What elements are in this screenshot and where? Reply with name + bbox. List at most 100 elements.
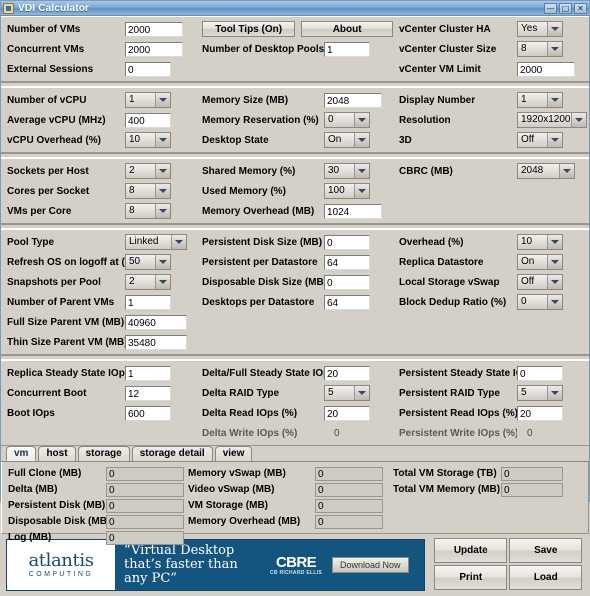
persistent-write-iops-value: 0 xyxy=(527,427,533,439)
block-dedup-ratio-select[interactable]: 0 xyxy=(517,294,563,310)
snapshots-per-pool-select[interactable]: 2 xyxy=(125,274,171,290)
chevron-down-icon[interactable] xyxy=(155,204,170,218)
chevron-down-icon[interactable] xyxy=(155,133,170,147)
chevron-down-icon[interactable] xyxy=(354,164,369,178)
cbrc-mb-select[interactable]: 2048 xyxy=(517,163,575,179)
external-sessions-input[interactable]: 0 xyxy=(125,61,171,77)
full-size-parent-vm-mb-input[interactable]: 40960 xyxy=(125,314,187,330)
vcenter-cluster-size-select[interactable]: 8 xyxy=(517,41,563,57)
form-cell: Delta/Full Steady State IOps 20 xyxy=(196,363,393,383)
close-button[interactable]: ✕ xyxy=(574,2,587,14)
chevron-down-icon[interactable] xyxy=(155,255,170,269)
print-button[interactable]: Print xyxy=(434,565,508,590)
chevron-down-icon[interactable] xyxy=(155,275,170,289)
chevron-down-icon[interactable] xyxy=(547,255,562,269)
chevron-down-icon[interactable] xyxy=(547,295,562,309)
chevron-down-icon[interactable] xyxy=(155,184,170,198)
chevron-down-icon[interactable] xyxy=(547,275,562,289)
tab-storage[interactable]: storage xyxy=(77,446,130,461)
form-row: Number of VMs 2000 Tool Tips (On) About vCen… xyxy=(1,19,589,39)
memory-overhead-mb-input[interactable]: 1024 xyxy=(324,203,382,219)
chevron-down-icon[interactable] xyxy=(155,164,170,178)
persistent-per-datastore-label: Persistent per Datastore xyxy=(202,256,318,268)
desktops-per-datastore-input[interactable]: 64 xyxy=(324,294,370,310)
number-of-vms-input[interactable]: 2000 xyxy=(125,21,183,37)
form-cell: Resolution 1920x1200 xyxy=(393,110,589,130)
maximize-button[interactable]: □ xyxy=(559,2,572,14)
desktop-state-select[interactable]: On xyxy=(324,132,370,148)
vcenter-cluster-ha-select[interactable]: Yes xyxy=(517,21,563,37)
cores-per-socket-select[interactable]: 8 xyxy=(125,183,171,199)
about-button[interactable]: About xyxy=(301,21,393,37)
display-number-select[interactable]: 1 xyxy=(517,92,563,108)
number-of-desktop-pools-input[interactable]: 1 xyxy=(324,41,370,57)
replica-steady-state-iops-input[interactable]: 1 xyxy=(125,365,171,381)
number-of-parent-vms-input[interactable]: 1 xyxy=(125,294,171,310)
memory-reservation-select[interactable]: 0 xyxy=(324,112,370,128)
refresh-os-on-logoff-at-select[interactable]: 50 xyxy=(125,254,171,270)
minimize-button[interactable]: — xyxy=(544,2,557,14)
results-column-3: Total VM Storage (TB) 0 Total VM Memory (M… xyxy=(393,466,563,546)
chevron-down-icon[interactable] xyxy=(559,164,574,178)
form-cell: Number of VMs 2000 xyxy=(1,19,196,39)
pool-type-select[interactable]: Linked xyxy=(125,234,187,250)
concurrent-vms-input[interactable]: 2000 xyxy=(125,41,183,57)
concurrent-boot-input[interactable]: 12 xyxy=(125,385,171,401)
partner-name: CBRE xyxy=(275,553,317,571)
form-cell: Local Storage vSwap Off xyxy=(393,272,589,292)
used-memory-select[interactable]: 100 xyxy=(324,183,370,199)
persistent-steady-state-iops-input[interactable]: 0 xyxy=(517,365,563,381)
tool-tips-on-button[interactable]: Tool Tips (On) xyxy=(202,21,296,37)
shared-memory-select[interactable]: 30 xyxy=(324,163,370,179)
persistent-disk-size-mb-input[interactable]: 0 xyxy=(324,234,370,250)
vcpu-overhead-select[interactable]: 10 xyxy=(125,132,171,148)
chevron-down-icon[interactable] xyxy=(354,184,369,198)
persistent-raid-type-select[interactable]: 5 xyxy=(517,385,563,401)
chevron-down-icon[interactable] xyxy=(547,42,562,56)
persistent-per-datastore-input[interactable]: 64 xyxy=(324,254,370,270)
settings-form: Number of VMs 2000 Tool Tips (On) About vCen… xyxy=(1,16,589,446)
form-row: Sockets per Host 2 Shared Memory (%) 30 CBRC… xyxy=(1,161,589,181)
section-host-memory: Sockets per Host 2 Shared Memory (%) 30 CBRC… xyxy=(1,158,589,224)
vms-per-core-select[interactable]: 8 xyxy=(125,203,171,219)
3d-select[interactable]: Off xyxy=(517,132,563,148)
chevron-down-icon[interactable] xyxy=(547,93,562,107)
cores-per-socket-label: Cores per Socket xyxy=(7,185,90,197)
replica-datastore-select[interactable]: On xyxy=(517,254,563,270)
tab-host[interactable]: host xyxy=(38,446,76,461)
persistent-read-iops-input[interactable]: 20 xyxy=(517,405,563,421)
thin-size-parent-vm-mb-input[interactable]: 35480 xyxy=(125,334,187,350)
form-cell xyxy=(393,181,589,201)
boot-iops-input[interactable]: 600 xyxy=(125,405,171,421)
chevron-down-icon[interactable] xyxy=(547,235,562,249)
delta-raid-type-select[interactable]: 5 xyxy=(324,385,370,401)
chevron-down-icon[interactable] xyxy=(171,235,186,249)
sockets-per-host-select[interactable]: 2 xyxy=(125,163,171,179)
local-storage-vswap-select[interactable]: Off xyxy=(517,274,563,290)
chevron-down-icon[interactable] xyxy=(547,386,562,400)
number-of-vcpu-select[interactable]: 1 xyxy=(125,92,171,108)
tab-view[interactable]: view xyxy=(214,446,253,461)
chevron-down-icon[interactable] xyxy=(354,113,369,127)
tab-storage-detail[interactable]: storage detail xyxy=(131,446,213,461)
disposable-disk-size-mb-input[interactable]: 0 xyxy=(324,274,370,290)
tab-vm[interactable]: vm xyxy=(6,446,37,461)
load-button[interactable]: Load xyxy=(509,565,583,590)
chevron-down-icon[interactable] xyxy=(571,113,586,127)
delta-full-steady-state-iops-input[interactable]: 20 xyxy=(324,365,370,381)
delta-read-iops-input[interactable]: 20 xyxy=(324,405,370,421)
resolution-select[interactable]: 1920x1200 xyxy=(517,112,587,128)
persistent-write-iops-label: Persistent Write IOps (%) xyxy=(399,427,517,439)
chevron-down-icon[interactable] xyxy=(354,133,369,147)
chevron-down-icon[interactable] xyxy=(547,22,562,36)
memory-size-mb-input[interactable]: 2048 xyxy=(324,92,382,108)
overhead-select[interactable]: 10 xyxy=(517,234,563,250)
advertisement-banner[interactable]: atlantis COMPUTING “Virtual Desktop that… xyxy=(6,539,426,591)
pool-type-label: Pool Type xyxy=(7,236,55,248)
chevron-down-icon[interactable] xyxy=(354,386,369,400)
chevron-down-icon[interactable] xyxy=(547,133,562,147)
chevron-down-icon[interactable] xyxy=(155,93,170,107)
vcenter-vm-limit-input[interactable]: 2000 xyxy=(517,61,575,77)
download-now-button[interactable]: Download Now xyxy=(332,557,409,573)
average-vcpu-mhz-input[interactable]: 400 xyxy=(125,112,171,128)
